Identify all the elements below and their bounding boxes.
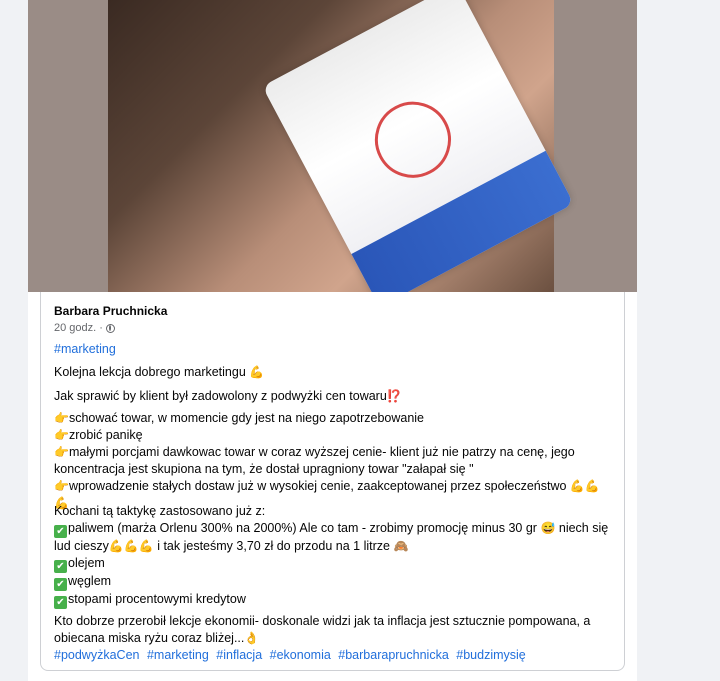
intro-text: Kolejna lekcja dobrego marketingu <box>54 365 246 379</box>
pointing-icon: 👉 <box>54 479 69 493</box>
post-body: Barbara Pruchnicka 20 godz. · #marketing… <box>40 292 625 671</box>
ok-hand-icon: 👌 <box>244 631 260 645</box>
hashtag-list: #podwyżkaCen #marketing #inflacja #ekono… <box>54 647 614 664</box>
pointing-icon: 👉 <box>54 445 69 459</box>
post-photo[interactable] <box>28 0 637 292</box>
author-name[interactable]: Barbara Pruchnicka <box>54 304 167 318</box>
pointing-icon: 👉 <box>54 411 69 425</box>
hashtag-link[interactable]: #podwyżkaCen <box>54 648 139 662</box>
question-line: Jak sprawić by klient był zadowolony z p… <box>54 388 614 405</box>
pointing-icon: 👉 <box>54 428 69 442</box>
intro-line: Kolejna lekcja dobrego marketingu 💪 <box>54 364 614 381</box>
check-icon: ✔ <box>54 578 67 591</box>
bullet-item: 👉zrobić panikę <box>54 428 143 442</box>
hashtag-link[interactable]: #inflacja <box>216 648 262 662</box>
check-item: ✔ paliwem (marża Orlenu 300% na 2000%) Al… <box>54 521 609 553</box>
photo-content <box>108 0 574 292</box>
closing-text: Kto dobrze przerobił lekcje ekonomii- do… <box>54 614 591 645</box>
closing-paragraph: Kto dobrze przerobił lekcje ekonomii- do… <box>54 613 614 647</box>
post-time[interactable]: 20 godz. <box>54 322 96 334</box>
applied-list: Kochani tą taktykę zastosowano już z: ✔ p… <box>54 503 614 609</box>
smile-icon: 😅 <box>540 521 556 535</box>
post-meta: 20 godz. · <box>54 322 115 334</box>
sugar-bag-image <box>262 0 574 292</box>
hashtag-link[interactable]: #marketing <box>147 648 209 662</box>
check-icon: ✔ <box>54 560 67 573</box>
bullet-item: 👉małymi porcjami dawkowac towar w coraz … <box>54 445 575 476</box>
hashtag-marketing[interactable]: #marketing <box>54 341 614 358</box>
meta-separator: · <box>99 322 103 334</box>
check-icon: ✔ <box>54 596 67 609</box>
muscle-icon: 💪💪💪 <box>108 539 154 553</box>
check-item: ✔ stopami procentowymi kredytow <box>54 591 614 609</box>
muscle-icon: 💪 <box>249 365 265 379</box>
check-item: ✔ olejem <box>54 555 614 573</box>
monkey-icon: 🙈 <box>393 539 409 553</box>
bullet-list: 👉schować towar, w momencie gdy jest na n… <box>54 410 614 512</box>
question-text: Jak sprawić by klient był zadowolony z p… <box>54 389 387 403</box>
applied-intro: Kochani tą taktykę zastosowano już z: <box>54 504 266 518</box>
bullet-item: 👉schować towar, w momencie gdy jest na n… <box>54 411 425 425</box>
post-card: Barbara Pruchnicka 20 godz. · #marketing… <box>28 0 637 681</box>
brand-logo <box>361 88 465 192</box>
hashtag-link[interactable]: #barbarapruchnicka <box>338 648 449 662</box>
hashtag-link[interactable]: #ekonomia <box>270 648 331 662</box>
exclamation-icon: ⁉️ <box>386 389 402 403</box>
check-item: ✔ węglem <box>54 573 614 591</box>
bag-stripe <box>351 150 574 292</box>
check-icon: ✔ <box>54 525 67 538</box>
globe-icon <box>105 323 115 333</box>
hashtag-link[interactable]: #budzimysię <box>456 648 525 662</box>
